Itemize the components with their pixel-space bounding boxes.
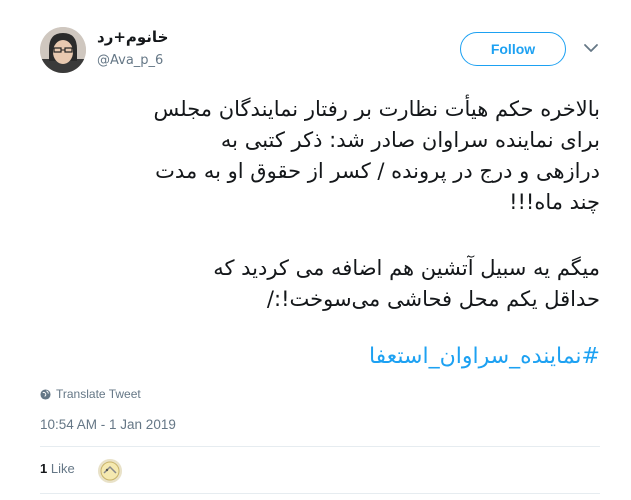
- hashtag-link[interactable]: #نماینده_سراوان_استعفا: [38, 344, 600, 369]
- tweet-paragraph-2: میگم یه سبیل آتشین هم اضافه می کردید که …: [38, 253, 600, 315]
- author-display-name[interactable]: خانوم+رد: [97, 28, 168, 46]
- likes-count[interactable]: 1 Like: [40, 461, 75, 476]
- follow-button[interactable]: Follow: [460, 32, 566, 66]
- tweet-line: بالاخره حکم هیأت نظارت بر رفتار نمایندگا…: [153, 97, 600, 121]
- divider: [40, 446, 600, 447]
- globe-icon: [40, 388, 51, 400]
- tweet-line: برای نماینده سراوان صادر شد: ذکر کتبی به: [220, 128, 600, 152]
- liker-avatar[interactable]: [98, 459, 122, 483]
- author-avatar[interactable]: [40, 27, 86, 73]
- likes-label: Like: [50, 461, 75, 476]
- tweet-line: درازهی و درج در پرونده / کسر از حقوق او …: [155, 159, 600, 183]
- tweet-line: حداقل یکم محل فحاشی می‌سوخت!:/: [266, 287, 600, 311]
- author-handle[interactable]: @Ava_p_6: [97, 53, 163, 68]
- divider: [40, 493, 600, 494]
- translate-tweet-label: Translate Tweet: [56, 387, 141, 401]
- chevron-down-icon[interactable]: [583, 42, 599, 54]
- tweet-line: چند ماه!!!: [509, 190, 600, 214]
- translate-tweet-link[interactable]: Translate Tweet: [40, 387, 141, 401]
- tweet-line: میگم یه سبیل آتشین هم اضافه می کردید که: [213, 256, 600, 280]
- tweet-timestamp[interactable]: 10:54 AM - 1 Jan 2019: [40, 417, 176, 432]
- tweet-paragraph-1: بالاخره حکم هیأت نظارت بر رفتار نمایندگا…: [38, 94, 600, 218]
- likes-number: 1: [40, 461, 48, 476]
